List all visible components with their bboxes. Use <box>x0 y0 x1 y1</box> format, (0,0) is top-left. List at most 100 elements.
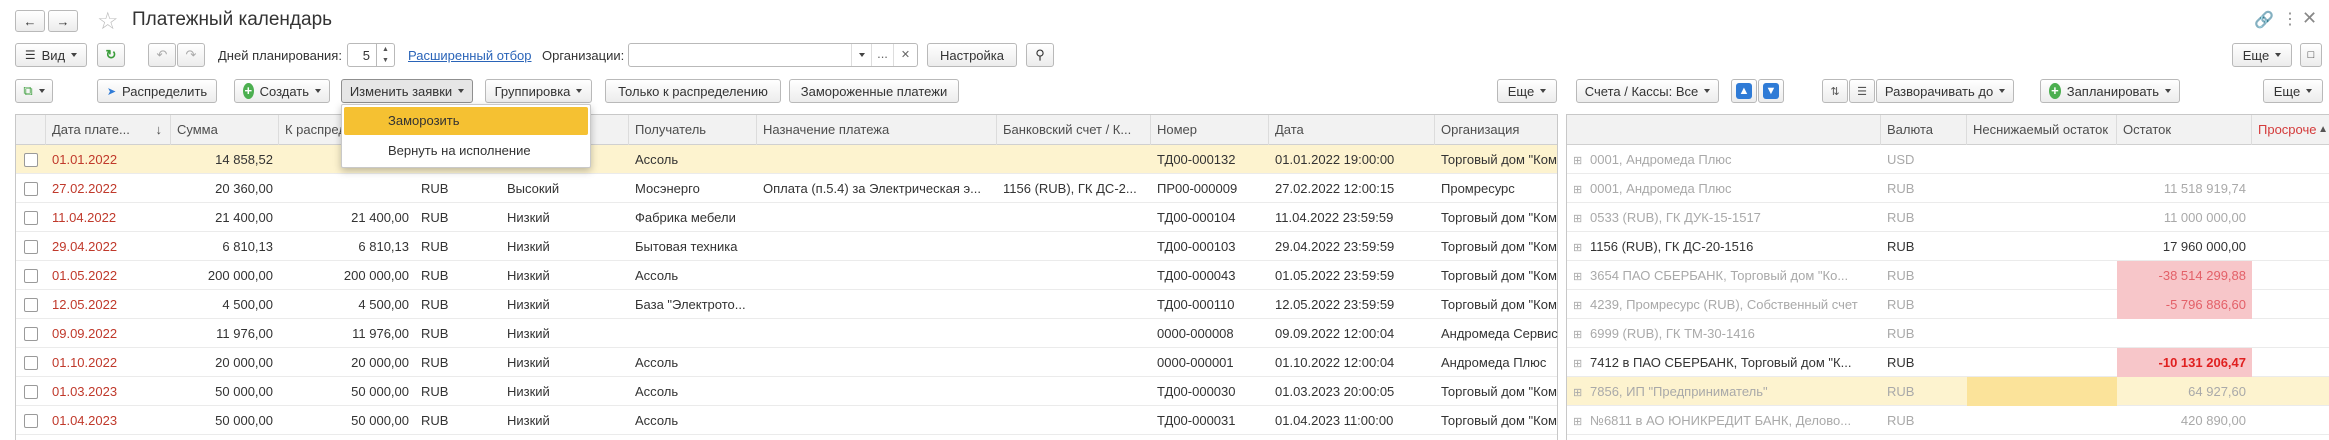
link-icon[interactable]: 🔗 <box>2254 10 2274 30</box>
return-to-execution-menu-item[interactable]: Вернуть на исполнение <box>344 137 588 165</box>
column-header[interactable]: Банковский счет / К... <box>997 115 1151 145</box>
more-button-left[interactable]: Еще <box>1497 79 1557 103</box>
expand-icon[interactable]: ⊞ <box>1573 234 1584 261</box>
back-arrow-icon: ← <box>23 13 37 29</box>
column-header[interactable]: Получатель <box>629 115 757 145</box>
accounts-filter-button[interactable]: Счета / Кассы: Все <box>1576 79 1719 103</box>
star-icon[interactable]: ☆ <box>97 7 119 36</box>
table-row[interactable]: ⊞ 0001, Андромеда Плюс RUB 11 518 919,74 <box>1567 174 2329 203</box>
back-button[interactable]: ← <box>15 10 45 32</box>
freeze-menu-item[interactable]: Заморозить <box>344 107 588 135</box>
table-row[interactable]: ⊞ 6999 (RUB), ГК ТМ-30-1416 RUB <box>1567 319 2329 348</box>
table-row[interactable]: 01.05.2022 200 000,00 200 000,00 RUB Низкий А… <box>16 261 1557 290</box>
table-row[interactable]: 01.03.2023 50 000,00 50 000,00 RUB Низкий Асс… <box>16 377 1557 406</box>
min-balance-cell <box>1967 261 2117 290</box>
close-icon[interactable]: ✕ <box>2302 8 2317 29</box>
column-header[interactable]: Дата плате... ↓ <box>46 115 171 145</box>
table-row[interactable]: 01.04.2023 50 000,00 50 000,00 RUB Низкий Асс… <box>16 406 1557 435</box>
table-cell-sum: 4 500,00 <box>222 297 273 312</box>
row-checkbox[interactable] <box>24 327 38 341</box>
table-row[interactable]: 01.10.2022 20 000,00 20 000,00 RUB Низкий Асс… <box>16 348 1557 377</box>
row-checkbox[interactable] <box>24 153 38 167</box>
redo-button[interactable]: ↷ <box>177 43 205 67</box>
payments-table[interactable]: Дата плате... ↓ Сумма К распред Получател… <box>15 114 1558 440</box>
table-row[interactable]: ⊞ 7412 в ПАО СБЕРБАНК, Торговый дом "К...… <box>1567 348 2329 377</box>
table-row[interactable]: 29.04.2022 6 810,13 6 810,13 RUB Низкий Бытов… <box>16 232 1557 261</box>
row-checkbox[interactable] <box>24 298 38 312</box>
table-row[interactable]: 11.04.2022 21 400,00 21 400,00 RUB Низкий Фаб… <box>16 203 1557 232</box>
column-header[interactable]: Неснижаемый остаток <box>1967 115 2117 145</box>
table-row[interactable]: ⊞ 3654 ПАО СБЕРБАНК, Торговый дом "Ко... R… <box>1567 261 2329 290</box>
column-header[interactable] <box>1567 115 1881 145</box>
row-checkbox[interactable] <box>24 385 38 399</box>
expand-icon[interactable]: ⊞ <box>1573 350 1584 377</box>
column-header[interactable]: Валюта <box>1881 115 1967 145</box>
expand-icon[interactable]: ⊞ <box>1573 292 1584 319</box>
more-button-right[interactable]: Еще <box>2263 79 2323 103</box>
column-header[interactable]: Сумма <box>171 115 279 145</box>
row-checkbox[interactable] <box>24 269 38 283</box>
table-row[interactable]: 12.05.2022 4 500,00 4 500,00 RUB Низкий База … <box>16 290 1557 319</box>
orgs-select-icon[interactable]: ... <box>871 44 893 66</box>
move-up-button[interactable]: ▲ <box>1731 79 1757 103</box>
distribute-button[interactable]: ➤ Распределить <box>97 79 217 103</box>
days-stepper[interactable]: ▲ ▼ <box>377 43 395 67</box>
expand-to-button[interactable]: Разворачивать до <box>1876 79 2014 103</box>
plan-button[interactable]: + Запланировать <box>2040 79 2180 103</box>
expand-icon[interactable]: ⊞ <box>1573 147 1584 174</box>
more-button-top[interactable]: Еще <box>2232 43 2292 67</box>
panel-toggle-button[interactable]: □ <box>2300 43 2322 67</box>
row-checkbox[interactable] <box>24 211 38 225</box>
expand-icon[interactable]: ⊞ <box>1573 321 1584 348</box>
list-mode-button[interactable]: ☰ <box>1849 79 1875 103</box>
table-row[interactable]: ⊞ 1156 (RUB), ГК ДС-20-1516 RUB 17 960 000,… <box>1567 232 2329 261</box>
column-header[interactable]: Организация <box>1435 115 1559 145</box>
column-header[interactable]: Дата <box>1269 115 1435 145</box>
column-header[interactable]: Просроче ▲ <box>2252 115 2329 145</box>
only-to-distribute-button[interactable]: Только к распределению <box>605 79 781 103</box>
search-button[interactable]: ⚲ <box>1026 43 1054 67</box>
table-row[interactable]: 01.01.2022 14 858,52 Ассоль ТД00-000132 01.0… <box>16 145 1557 174</box>
row-checkbox[interactable] <box>24 240 38 254</box>
orgs-dropdown-icon[interactable] <box>851 44 871 66</box>
refresh-button[interactable]: ↻ <box>97 43 125 67</box>
view-menu-button[interactable]: ☰ Вид <box>15 43 87 67</box>
row-checkbox[interactable] <box>24 414 38 428</box>
row-checkbox[interactable] <box>24 182 38 196</box>
expand-icon[interactable]: ⊞ <box>1573 379 1584 406</box>
grouping-button[interactable]: Группировка <box>485 79 592 103</box>
expand-icon[interactable]: ⊞ <box>1573 176 1584 203</box>
forward-button[interactable]: → <box>48 10 78 32</box>
table-row[interactable]: ⊞ №6811 в АО ЮНИКРЕДИТ БАНК, Делово... RUB… <box>1567 406 2329 435</box>
table-row[interactable]: ⊞ 4239, Промресурс (RUB), Собственный сче… <box>1567 290 2329 319</box>
orgs-field[interactable]: ... ✕ <box>628 43 918 67</box>
table-row[interactable]: ⊞ 7856, ИП "Предприниматель" RUB 64 927,60 <box>1567 377 2329 406</box>
sort-button[interactable]: ⇅ <box>1822 79 1848 103</box>
table-cell-cur: RUB <box>421 181 449 196</box>
frozen-payments-button[interactable]: Замороженные платежи <box>789 79 959 103</box>
kebab-icon[interactable]: ⋮ <box>2282 9 2298 29</box>
move-down-button[interactable]: ▼ <box>1758 79 1784 103</box>
row-checkbox[interactable] <box>24 356 38 370</box>
days-input[interactable]: 5 <box>347 43 377 67</box>
column-header[interactable]: Номер <box>1151 115 1269 145</box>
windows-button[interactable]: ⧉ <box>15 79 53 103</box>
table-cell-org: Промресурс <box>1441 181 1515 196</box>
expand-icon[interactable]: ⊞ <box>1573 408 1584 435</box>
column-header[interactable]: Назначение платежа <box>757 115 997 145</box>
column-header[interactable]: Остаток <box>2117 115 2252 145</box>
expand-icon[interactable]: ⊞ <box>1573 205 1584 232</box>
extended-filter-link[interactable]: Расширенный отбор <box>408 48 532 63</box>
table-row[interactable]: ⊞ 0001, Андромеда Плюс USD <box>1567 145 2329 174</box>
currency-cell: USD <box>1887 152 1915 167</box>
expand-icon[interactable]: ⊞ <box>1573 263 1584 290</box>
table-row[interactable]: 27.02.2022 20 360,00 RUB Высокий Мосэнерго Оп… <box>16 174 1557 203</box>
change-requests-button[interactable]: Изменить заявки <box>341 79 473 103</box>
orgs-clear-icon[interactable]: ✕ <box>893 44 917 66</box>
accounts-table[interactable]: Валюта Неснижаемый остаток Остаток Проср… <box>1566 114 2329 440</box>
table-row[interactable]: 09.09.2022 11 976,00 11 976,00 RUB Низкий 000… <box>16 319 1558 348</box>
create-button[interactable]: + Создать <box>234 79 330 103</box>
settings-button[interactable]: Настройка <box>927 43 1017 67</box>
table-row[interactable]: ⊞ 0533 (RUB), ГК ДУК-15-1517 RUB 11 000 000… <box>1567 203 2329 232</box>
undo-button[interactable]: ↶ <box>148 43 176 67</box>
